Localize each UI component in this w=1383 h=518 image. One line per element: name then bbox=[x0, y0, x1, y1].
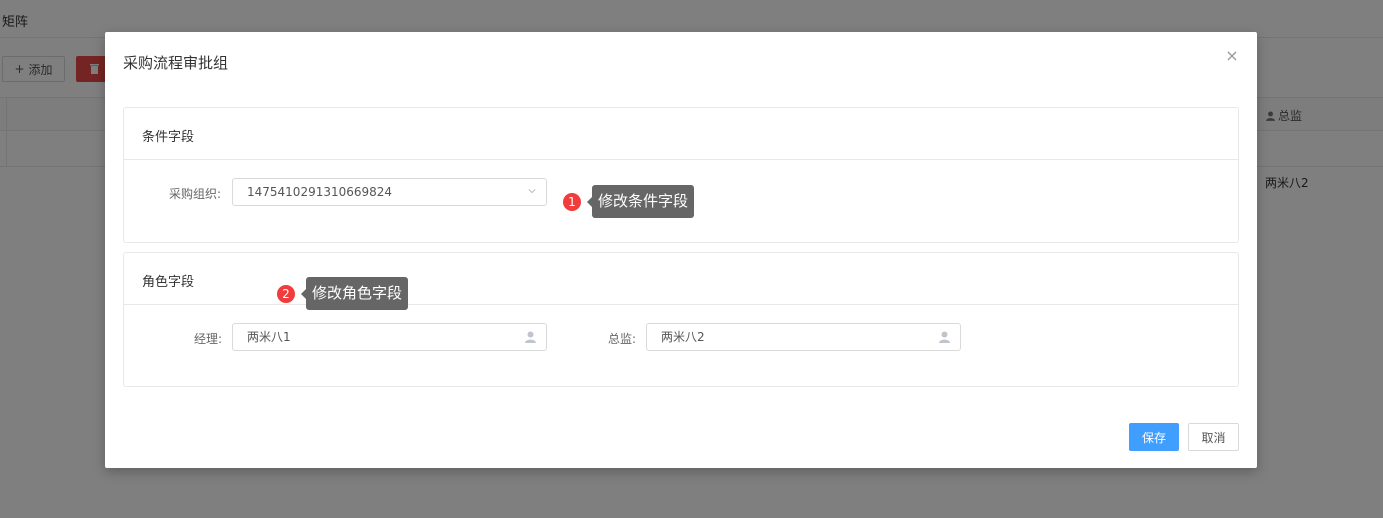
cancel-button[interactable]: 取消 bbox=[1188, 423, 1239, 451]
chevron-down-icon bbox=[528, 189, 536, 194]
annotation-tooltip-2: 修改角色字段 bbox=[300, 277, 409, 310]
manager-value: 两米八1 bbox=[247, 330, 291, 344]
dialog-title: 采购流程审批组 bbox=[123, 54, 229, 72]
user-icon[interactable] bbox=[525, 331, 536, 343]
annotation-badge-2: 2 bbox=[277, 285, 295, 303]
manager-label: 经理: bbox=[194, 332, 223, 346]
role-fields-card: 角色字段 经理: 两米八1 总监: 两米八2 bbox=[123, 252, 1239, 387]
save-button[interactable]: 保存 bbox=[1129, 423, 1179, 451]
card-header: 条件字段 bbox=[124, 108, 1238, 160]
condition-fields-card: 条件字段 采购组织: 1475410291310669824 bbox=[123, 107, 1239, 243]
condition-fields-title: 条件字段 bbox=[142, 130, 195, 145]
manager-input[interactable]: 两米八1 bbox=[232, 323, 547, 351]
director-input[interactable]: 两米八2 bbox=[646, 323, 961, 351]
annotation-badge-1: 1 bbox=[563, 193, 581, 211]
approval-group-dialog: 采购流程审批组 × 条件字段 采购组织: 1475410291310669824… bbox=[105, 32, 1257, 468]
role-fields-title: 角色字段 bbox=[142, 275, 195, 290]
purchase-org-label: 采购组织: bbox=[169, 187, 222, 201]
purchase-org-value: 1475410291310669824 bbox=[247, 185, 393, 199]
director-value: 两米八2 bbox=[661, 330, 705, 344]
purchase-org-select[interactable]: 1475410291310669824 bbox=[232, 178, 547, 206]
annotation-tooltip-1: 修改条件字段 bbox=[586, 185, 695, 218]
director-label: 总监: bbox=[608, 332, 637, 346]
close-icon[interactable]: × bbox=[1224, 48, 1240, 64]
user-icon[interactable] bbox=[939, 331, 950, 343]
